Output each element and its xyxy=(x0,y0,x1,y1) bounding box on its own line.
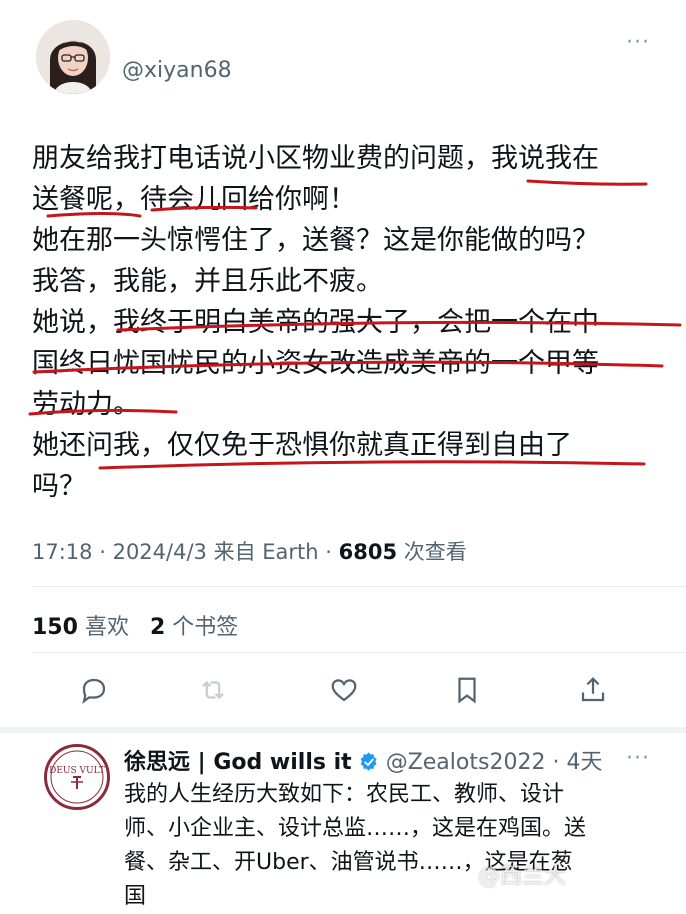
engagement-stats: 150 喜欢 2 个书签 xyxy=(32,609,238,641)
reply-more-options-icon[interactable]: ··· xyxy=(626,746,650,771)
bookmark-label[interactable]: 个书签 xyxy=(172,615,238,640)
user-handle[interactable]: @xiyan68 xyxy=(122,58,232,83)
svg-text:DEUS VULT: DEUS VULT xyxy=(49,766,105,776)
like-label[interactable]: 喜欢 xyxy=(85,615,129,640)
more-options-icon[interactable]: ··· xyxy=(626,30,650,55)
retweet-icon[interactable] xyxy=(193,670,233,710)
like-icon[interactable] xyxy=(324,670,364,710)
tweet-line: 吗？ xyxy=(32,471,86,502)
divider xyxy=(32,652,686,653)
view-count: 6805 xyxy=(338,540,398,564)
watermark: @西兰大 xyxy=(478,864,567,889)
reply-time: 4天 xyxy=(566,750,603,775)
divider xyxy=(32,586,686,587)
tweet-date: 2024/4/3 xyxy=(112,540,207,564)
tweet-line: 我答，我能，并且乐此不疲。 xyxy=(32,266,383,297)
avatar[interactable] xyxy=(36,20,110,94)
share-icon[interactable] xyxy=(573,670,613,710)
reply-header: 徐思远 | God wills it @Zealots2022 · 4天 xyxy=(124,750,603,775)
reply-line: 师、小企业主、设计总监……，这是在鸡国。送 xyxy=(124,816,587,841)
tweet-line: 她说，我终于明白美帝的强大了，会把一个在中 xyxy=(32,307,599,338)
action-bar xyxy=(0,670,686,718)
bookmark-count[interactable]: 2 xyxy=(150,615,165,640)
tweet-line: 国终日忧国忧民的小资女改造成美帝的一个甲等 xyxy=(32,348,599,379)
reply-avatar[interactable]: DEUS VULT xyxy=(44,744,110,810)
like-count[interactable]: 150 xyxy=(32,615,78,640)
bookmark-icon[interactable] xyxy=(447,670,487,710)
reply-handle[interactable]: @Zealots2022 xyxy=(386,750,546,775)
tweet-source: Earth xyxy=(262,540,319,564)
tweet-line: 劳动力。 xyxy=(32,389,140,420)
tweet-line: 朋友给我打电话说小区物业费的问题，我说我在 xyxy=(32,143,599,174)
reply-line: 我的人生经历大致如下：农民工、教师、设计 xyxy=(124,782,565,807)
tweet-time: 17:18 xyxy=(32,540,93,564)
reply-icon[interactable] xyxy=(74,670,114,710)
tweet-meta: 17:18 · 2024/4/3 来自 Earth · 6805 次查看 xyxy=(32,540,467,564)
source-prefix: 来自 xyxy=(213,540,256,564)
tweet-line: 送餐呢，待会儿回给你啊！ xyxy=(32,184,356,215)
view-label: 次查看 xyxy=(403,540,467,564)
verified-badge-icon xyxy=(359,750,386,775)
tweet-text: 朋友给我打电话说小区物业费的问题，我说我在 送餐呢，待会儿回给你啊！ 她在那一头… xyxy=(32,138,652,507)
reply-text: 我的人生经历大致如下：农民工、教师、设计 师、小企业主、设计总监……，这是在鸡国… xyxy=(124,778,644,914)
tweet-line: 她在那一头惊愕住了，送餐？这是你能做的吗？ xyxy=(32,225,599,256)
section-separator xyxy=(0,727,686,733)
reply-author-name[interactable]: 徐思远 | God wills it xyxy=(124,750,352,775)
tweet-line: 她还问我，仅仅免于恐惧你就真正得到自由了 xyxy=(32,430,572,461)
